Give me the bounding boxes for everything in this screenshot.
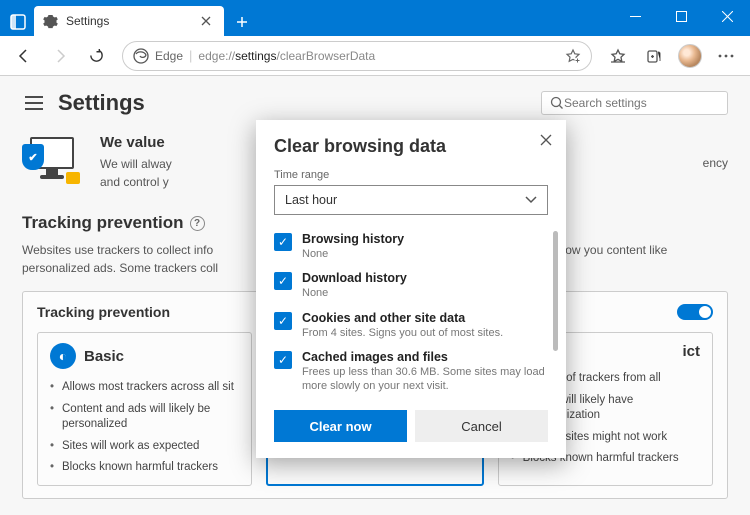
hero-title: We value xyxy=(100,134,172,151)
new-tab-button[interactable] xyxy=(228,8,256,36)
tracking-card-basic[interactable]: ◐Basic Allows most trackers across all s… xyxy=(37,332,252,486)
collections-button[interactable] xyxy=(638,40,670,72)
clear-item-cache[interactable]: ✓ Cached images and filesFrees up less t… xyxy=(274,345,548,399)
tab-close-button[interactable] xyxy=(198,13,214,29)
dialog-title: Clear browsing data xyxy=(274,136,548,157)
maximize-button[interactable] xyxy=(658,0,704,32)
cancel-button[interactable]: Cancel xyxy=(415,410,548,442)
settings-search-input[interactable] xyxy=(564,96,719,110)
profile-button[interactable] xyxy=(674,40,706,72)
privacy-hero-icon: ✔ xyxy=(22,134,84,184)
back-button[interactable] xyxy=(8,40,40,72)
hero-text: We will alwayand control y xyxy=(100,155,172,191)
app-menu-icon[interactable] xyxy=(4,8,32,36)
favorites-button[interactable] xyxy=(602,40,634,72)
clear-now-button[interactable]: Clear now xyxy=(274,410,407,442)
checkbox-checked-icon[interactable]: ✓ xyxy=(274,233,292,251)
browser-tab[interactable]: Settings xyxy=(34,6,224,36)
forward-button[interactable] xyxy=(44,40,76,72)
scrollbar[interactable] xyxy=(553,231,558,351)
search-icon xyxy=(550,96,564,110)
more-button[interactable] xyxy=(710,40,742,72)
refresh-button[interactable] xyxy=(80,40,112,72)
title-bar: Settings xyxy=(0,0,750,36)
address-prefix: Edge xyxy=(155,49,183,63)
page-title: Settings xyxy=(58,90,529,116)
checkbox-checked-icon[interactable]: ✓ xyxy=(274,351,292,369)
menu-icon[interactable] xyxy=(22,91,46,115)
clear-items-list: ✓ Browsing historyNone ✓ Download histor… xyxy=(274,227,548,398)
settings-search[interactable] xyxy=(541,91,728,115)
browser-toolbar: Edge | edge://settings/clearBrowserData xyxy=(0,36,750,76)
avatar-icon xyxy=(678,44,702,68)
address-url: edge://settings/clearBrowserData xyxy=(198,49,375,63)
time-range-label: Time range xyxy=(274,169,548,181)
tracking-prevention-toggle[interactable] xyxy=(677,304,713,320)
tab-strip: Settings xyxy=(0,0,256,36)
gear-icon xyxy=(42,13,58,29)
clear-item-download-history[interactable]: ✓ Download historyNone xyxy=(274,266,548,305)
time-range-select[interactable]: Last hour xyxy=(274,185,548,215)
checkbox-checked-icon[interactable]: ✓ xyxy=(274,272,292,290)
clear-item-browsing-history[interactable]: ✓ Browsing historyNone xyxy=(274,227,548,266)
edge-logo-icon xyxy=(133,48,149,64)
panel-title: Tracking prevention xyxy=(37,304,170,320)
window-controls xyxy=(612,0,750,32)
checkbox-checked-icon[interactable]: ✓ xyxy=(274,312,292,330)
chevron-down-icon xyxy=(525,196,537,204)
time-range-value: Last hour xyxy=(285,193,337,207)
clear-browsing-data-dialog: Clear browsing data Time range Last hour… xyxy=(256,120,566,458)
star-add-icon[interactable] xyxy=(565,48,581,64)
clear-item-cookies[interactable]: ✓ Cookies and other site dataFrom 4 site… xyxy=(274,306,548,345)
minimize-button[interactable] xyxy=(612,0,658,32)
dialog-close-button[interactable] xyxy=(534,128,558,152)
address-bar[interactable]: Edge | edge://settings/clearBrowserData xyxy=(122,41,592,71)
info-icon[interactable]: ? xyxy=(190,216,205,231)
basic-icon: ◐ xyxy=(50,343,76,369)
close-window-button[interactable] xyxy=(704,0,750,32)
tab-title: Settings xyxy=(66,14,190,28)
